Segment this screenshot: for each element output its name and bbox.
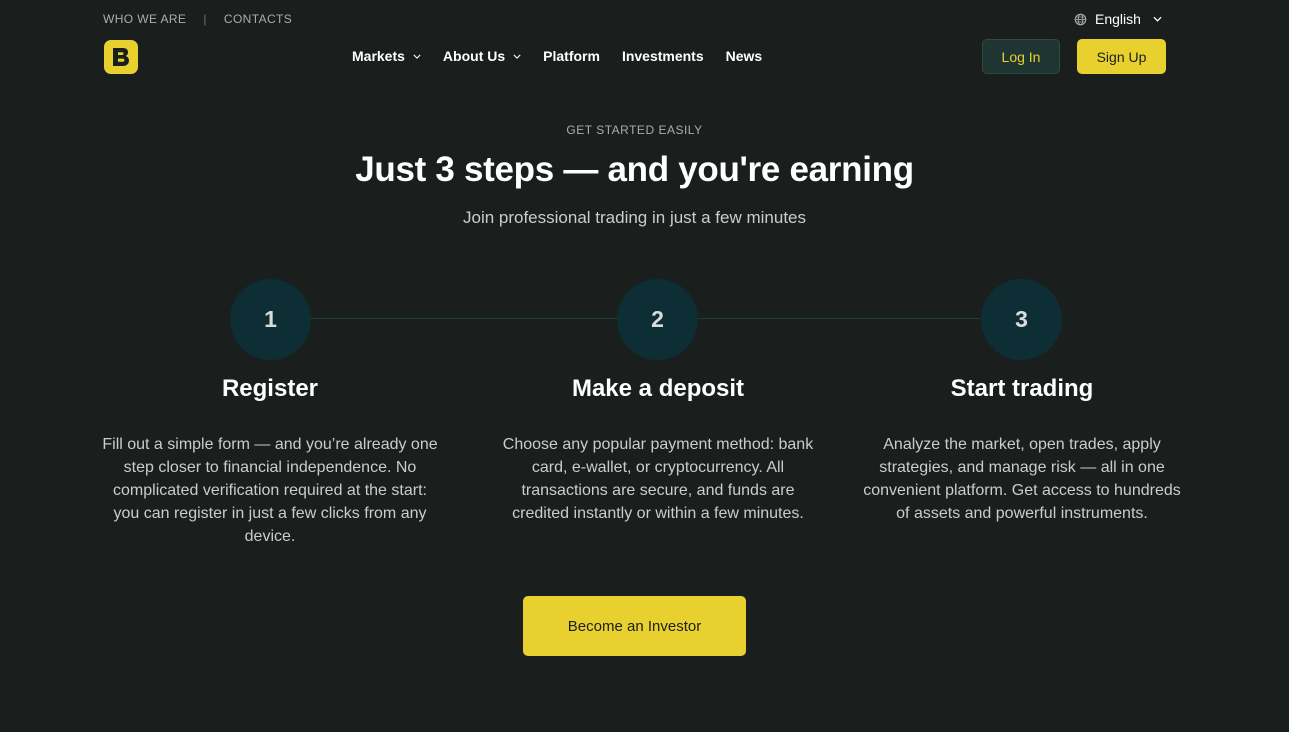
nav-platform[interactable]: Platform: [543, 48, 600, 64]
step-1-description: Fill out a simple form — and you’re alre…: [102, 436, 438, 545]
step-3-number-badge: 3: [981, 279, 1062, 360]
nav-markets[interactable]: Markets: [352, 48, 421, 64]
chevron-down-icon: [513, 54, 521, 59]
signup-button[interactable]: Sign Up: [1077, 39, 1166, 74]
topbar-separator: |: [203, 12, 207, 26]
who-we-are-link[interactable]: WHO WE ARE: [103, 12, 186, 26]
nav-markets-label: Markets: [352, 48, 405, 64]
main-nav: Markets About Us Platform Investments Ne…: [352, 48, 762, 64]
chevron-down-icon: [413, 54, 421, 59]
step-2-number-badge: 2: [617, 279, 698, 360]
globe-icon: [1074, 13, 1087, 26]
chevron-down-icon: [1153, 16, 1162, 22]
section-eyebrow: GET STARTED EASILY: [566, 123, 703, 137]
top-utility-bar: WHO WE ARE | CONTACTS: [103, 12, 292, 26]
step-3-title: Start trading: [950, 375, 1094, 402]
nav-news-label: News: [725, 48, 763, 64]
step-1-number-badge: 1: [230, 279, 311, 360]
step-3-description: Analyze the market, open trades, apply s…: [863, 436, 1181, 522]
nav-about-us[interactable]: About Us: [443, 48, 521, 64]
nav-investments-label: Investments: [621, 48, 704, 64]
page: WHO WE ARE | CONTACTS English Markets Ab…: [0, 0, 1289, 732]
login-button[interactable]: Log In: [982, 39, 1060, 74]
nav-platform-label: Platform: [543, 48, 600, 64]
become-investor-button[interactable]: Become an Investor: [523, 596, 746, 656]
section-subhead: Join professional trading in just a few …: [462, 208, 806, 227]
contacts-link[interactable]: CONTACTS: [224, 12, 292, 26]
step-2-title: Make a deposit: [571, 375, 745, 402]
logo-b-icon: [113, 48, 129, 66]
nav-about-us-label: About Us: [442, 48, 506, 64]
nav-news[interactable]: News: [726, 48, 763, 64]
step-1-title: Register: [221, 375, 319, 402]
brand-logo[interactable]: [104, 40, 138, 74]
section-headline: Just 3 steps — and you're earning: [355, 150, 914, 189]
nav-investments[interactable]: Investments: [622, 48, 704, 64]
step-2-description: Choose any popular payment method: bank …: [502, 436, 814, 522]
language-label: English: [1095, 11, 1141, 27]
language-selector[interactable]: English: [1074, 11, 1162, 27]
